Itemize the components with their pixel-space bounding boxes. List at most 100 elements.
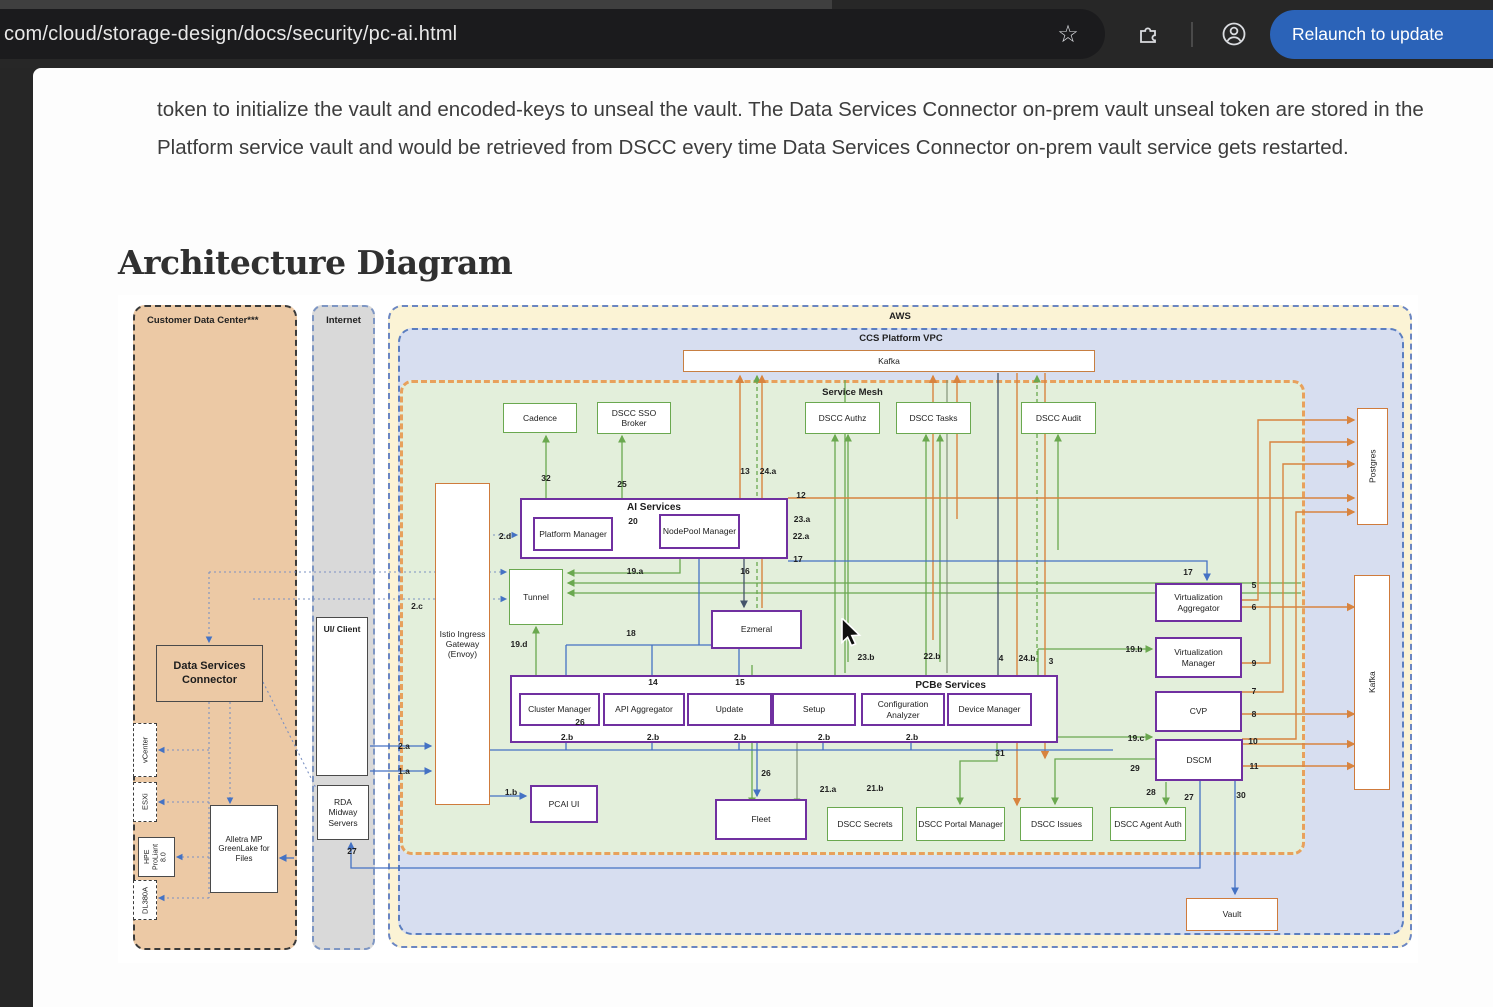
extensions-icon[interactable] <box>1129 9 1167 59</box>
node-sso-broker: DSCC SSO Broker <box>597 402 671 434</box>
node-platform-manager: Platform Manager <box>533 517 613 551</box>
node-ui-client: UI/ Client <box>316 617 368 776</box>
edge-label: 19.b <box>1125 644 1142 654</box>
node-dscc-tasks: DSCC Tasks <box>896 402 971 434</box>
node-vault: Vault <box>1186 898 1278 931</box>
edge-label: 11 <box>1250 761 1259 771</box>
node-kafka-right: Kafka <box>1354 575 1390 790</box>
node-ezmeral: Ezmeral <box>711 610 802 649</box>
node-cvp: CVP <box>1155 691 1242 732</box>
node-update: Update <box>687 693 772 726</box>
node-dscc-audit: DSCC Audit <box>1021 402 1096 434</box>
edge-label: 15 <box>735 677 744 687</box>
node-data-services-connector: Data Services Connector <box>156 645 263 702</box>
profile-icon[interactable] <box>1215 9 1253 59</box>
node-api-aggregator: API Aggregator <box>603 693 685 726</box>
node-cluster-manager: Cluster Manager <box>519 693 600 726</box>
page-content: token to initialize the vault and encode… <box>33 68 1493 1007</box>
edge-label: 17 <box>793 554 802 564</box>
edge-label: 7 <box>1252 686 1257 696</box>
mouse-cursor <box>840 618 868 653</box>
edge-label: 28 <box>1146 787 1155 797</box>
toolbar-divider <box>1191 22 1193 47</box>
edge-label: 27 <box>1184 792 1193 802</box>
edge-label: 2.c <box>411 601 423 611</box>
edge-label: 23.b <box>857 652 874 662</box>
edge-label: 26 <box>761 768 770 778</box>
node-dscc-authz: DSCC Authz <box>805 402 880 434</box>
edge-label: 19.c <box>1128 733 1145 743</box>
ai-services-title: AI Services <box>522 502 786 514</box>
edge-label: 32 <box>541 473 550 483</box>
edge-label: 5 <box>1252 580 1257 590</box>
edge-label: 2.b <box>647 732 659 742</box>
node-virtualization-aggregator: Virtualization Aggregator <box>1155 583 1242 622</box>
edge-label: 2.b <box>734 732 746 742</box>
edge-label: 27 <box>347 846 356 856</box>
group-label-service-mesh: Service Mesh <box>403 387 1302 398</box>
edge-label: 21.b <box>866 783 883 793</box>
node-virtualization-manager: Virtualization Manager <box>1155 637 1242 678</box>
edge-label: 30 <box>1236 790 1245 800</box>
pcbe-title: PCBe Services <box>915 680 986 692</box>
node-dscc-secrets: DSCC Secrets <box>827 807 903 841</box>
node-cadence: Cadence <box>503 403 577 433</box>
node-dscc-portal-manager: DSCC Portal Manager <box>916 807 1005 841</box>
relaunch-button[interactable]: Relaunch to update <box>1270 10 1493 59</box>
edge-label: 22.a <box>793 531 810 541</box>
node-rda-midway: RDA Midway Servers <box>317 785 369 840</box>
edge-label: 9 <box>1252 658 1257 668</box>
node-esxi: ESXi <box>133 782 157 822</box>
body-paragraph: token to initialize the vault and encode… <box>157 91 1437 167</box>
node-fleet: Fleet <box>715 799 807 840</box>
node-nodepool-manager: NodePool Manager <box>659 514 740 549</box>
url-bar[interactable]: com/cloud/storage-design/docs/security/p… <box>0 9 1105 59</box>
edge-label: 3 <box>1049 656 1054 666</box>
edge-label: 19.a <box>627 566 644 576</box>
node-pcai-ui: PCAI UI <box>530 785 598 823</box>
edge-label: 23.a <box>794 514 811 524</box>
star-icon[interactable]: ☆ <box>1050 9 1086 59</box>
edge-label: 2.a <box>398 741 410 751</box>
edge-label: 31 <box>995 748 1004 758</box>
edge-label: 4 <box>999 653 1004 663</box>
browser-chrome: com/cloud/storage-design/docs/security/p… <box>0 0 1493 68</box>
node-kafka-top: Kafka <box>683 350 1095 372</box>
edge-label: 22.b <box>923 651 940 661</box>
node-tunnel: Tunnel <box>509 569 563 625</box>
edge-label: 12 <box>796 490 805 500</box>
edge-label: 1.b <box>505 787 517 797</box>
edge-label: 24.a <box>760 466 777 476</box>
node-vcenter: vCenter <box>133 723 157 777</box>
node-setup: Setup <box>772 693 856 726</box>
edge-label: 14 <box>648 677 657 687</box>
node-dscm: DSCM <box>1155 739 1243 781</box>
window-top-strip <box>0 0 832 9</box>
node-hpe-proliant: HPE ProLiant 8.0 <box>138 837 175 877</box>
node-device-manager: Device Manager <box>947 693 1032 726</box>
group-label-aws: AWS <box>390 311 1410 322</box>
group-label-internet: Internet <box>314 315 373 326</box>
edge-label: 1.a <box>398 766 410 776</box>
edge-label: 2.d <box>499 531 511 541</box>
edge-label: 17 <box>1183 567 1192 577</box>
edge-label: 13 <box>740 466 749 476</box>
edge-label: 25 <box>617 479 626 489</box>
edge-label: 8 <box>1252 709 1257 719</box>
edge-label: 29 <box>1130 763 1139 773</box>
node-dl380a: DL380A <box>133 880 157 920</box>
edge-label: 10 <box>1248 736 1257 746</box>
node-istio-ingress-gateway: Istio Ingress Gateway (Envoy) <box>435 483 490 805</box>
edge-label: 18 <box>626 628 635 638</box>
edge-label: 2.b <box>561 732 573 742</box>
relaunch-label: Relaunch to update <box>1292 24 1444 45</box>
node-configuration-analyzer: Configuration Analyzer <box>861 693 945 726</box>
edge-label: 24.b <box>1018 653 1035 663</box>
node-postgres: Postgres <box>1357 408 1388 525</box>
node-dscc-issues: DSCC Issues <box>1020 807 1093 841</box>
page-title: Architecture Diagram <box>118 243 512 282</box>
edge-label: 21.a <box>820 784 837 794</box>
edge-label: 2.b <box>818 732 830 742</box>
edge-label: 20 <box>628 516 637 526</box>
architecture-diagram: Customer Data Center*** Internet AWS CCS… <box>118 295 1418 963</box>
